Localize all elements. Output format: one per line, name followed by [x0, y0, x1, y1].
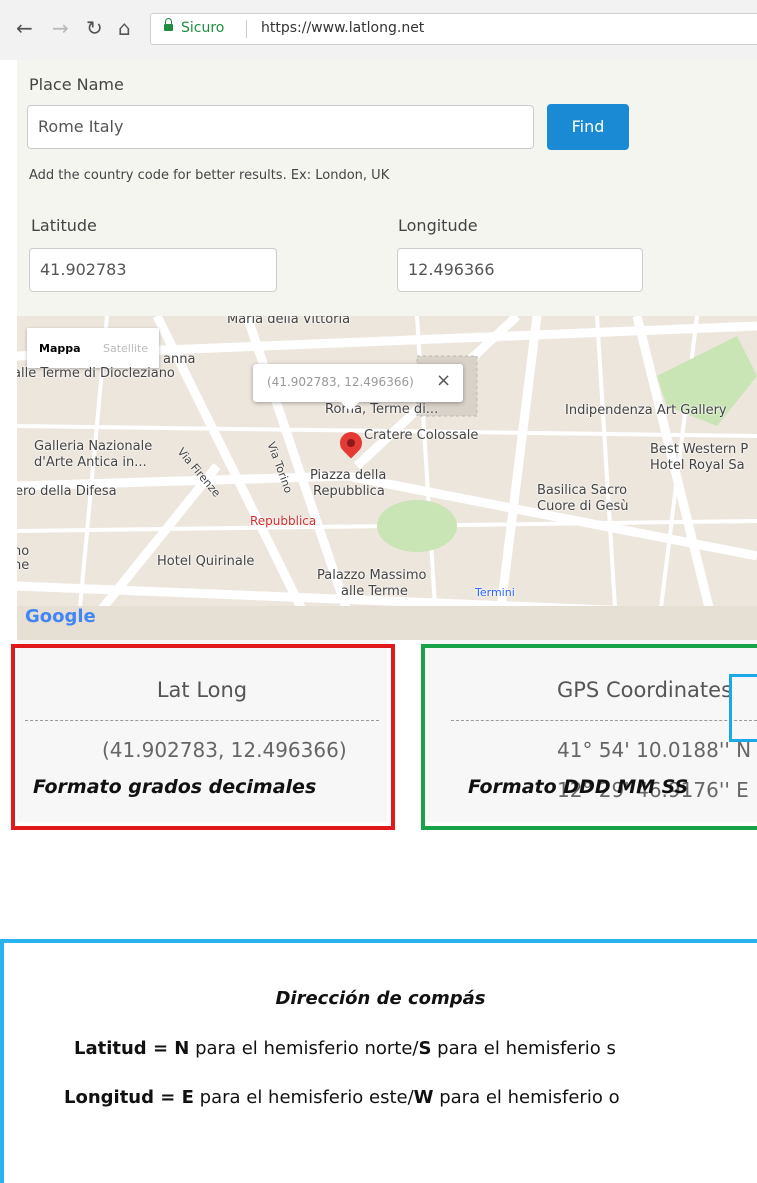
map-label: Cuore di Gesù — [537, 499, 629, 514]
secure-label: Sicuro — [181, 20, 225, 36]
address-separator — [246, 20, 247, 38]
place-name-input[interactable]: Rome Italy — [27, 105, 534, 149]
south-letter: S — [418, 1038, 432, 1059]
map-label: Indipendenza Art Gallery — [565, 403, 727, 418]
map-label: Best Western P — [650, 442, 749, 457]
reload-icon[interactable]: ↻ — [86, 17, 103, 39]
find-button[interactable]: Find — [547, 104, 629, 150]
latitude-rule: Latitud = N — [74, 1038, 190, 1059]
map-label-metro: Repubblica — [250, 514, 317, 528]
latitude-label: Latitude — [31, 216, 97, 235]
map-label: Hotel Quirinale — [157, 554, 255, 569]
map-label: no — [17, 544, 30, 559]
map-label: alle Terme — [341, 584, 408, 599]
popup-coordinates: (41.902783, 12.496366) — [267, 375, 414, 389]
explain-longitude: Longitud = E para el hemisferio este/W p… — [64, 1087, 620, 1108]
latitude-text-end: para el hemisferio s — [431, 1038, 616, 1059]
map-label: ne — [17, 558, 30, 573]
map-label-metro: Termini — [475, 586, 515, 599]
latitude-input[interactable]: 41.902783 — [29, 248, 277, 292]
highlight-decimal-frame — [11, 644, 395, 830]
map-type-satellite[interactable]: Satellite — [103, 342, 148, 355]
map-label: Palazzo Massimo — [317, 568, 427, 583]
url-text[interactable]: https://www.latlong.net — [261, 20, 424, 36]
map-label: Galleria Nazionale — [34, 439, 153, 454]
place-name-label: Place Name — [29, 75, 124, 94]
marker-info-popup: (41.902783, 12.496366) × — [253, 364, 463, 411]
longitude-rule: Longitud = E — [64, 1087, 194, 1108]
map-label: Hotel Royal Sa — [650, 458, 745, 473]
map-label: d'Arte Antica in... — [34, 455, 147, 470]
highlight-direction-frame — [729, 674, 757, 742]
map-view[interactable]: Mappa Satellite Maria della Vittoria ann… — [17, 316, 757, 640]
explain-latitude: Latitud = N para el hemisferio norte/S p… — [74, 1038, 616, 1059]
map-label: Cratere Colossale — [364, 428, 479, 443]
longitude-label: Longitude — [398, 216, 478, 235]
back-icon[interactable]: ← — [16, 17, 33, 39]
map-label: ero della Difesa — [17, 484, 117, 499]
explain-title: Dirección de compás — [275, 988, 486, 1009]
search-panel: Place Name Rome Italy Find Add the count… — [17, 60, 757, 316]
address-bar[interactable]: Sicuro https://www.latlong.net — [150, 13, 757, 45]
map-label: anna — [163, 352, 196, 367]
search-hint: Add the country code for better results.… — [29, 168, 390, 183]
longitude-text: para el hemisferio este/ — [193, 1087, 414, 1108]
map-type-map[interactable]: Mappa — [39, 342, 81, 355]
forward-icon[interactable]: → — [52, 17, 69, 39]
home-icon[interactable]: ⌂ — [118, 17, 131, 39]
lock-icon — [164, 18, 173, 31]
compass-direction-box: Dirección de compás Latitud = N para el … — [0, 939, 757, 1183]
highlight-dms-frame — [421, 644, 757, 830]
map-label: Maria della Vittoria — [227, 316, 351, 327]
longitude-input[interactable]: 12.496366 — [397, 248, 643, 292]
west-letter: W — [413, 1087, 434, 1108]
popup-close-icon[interactable]: × — [436, 370, 451, 391]
map-label: Repubblica — [313, 484, 385, 499]
latitude-text: para el hemisferio norte/ — [189, 1038, 419, 1059]
browser-toolbar: ← → ↻ ⌂ Sicuro https://www.latlong.net — [0, 0, 757, 60]
map-label: Basilica Sacro — [537, 483, 628, 498]
longitude-text-end: para el hemisferio o — [433, 1087, 620, 1108]
map-type-control[interactable]: Mappa Satellite — [27, 328, 159, 368]
map-label: Piazza della — [310, 468, 387, 483]
google-logo: Google — [25, 606, 96, 627]
map-label: alle Terme di Diocleziano — [17, 366, 175, 381]
